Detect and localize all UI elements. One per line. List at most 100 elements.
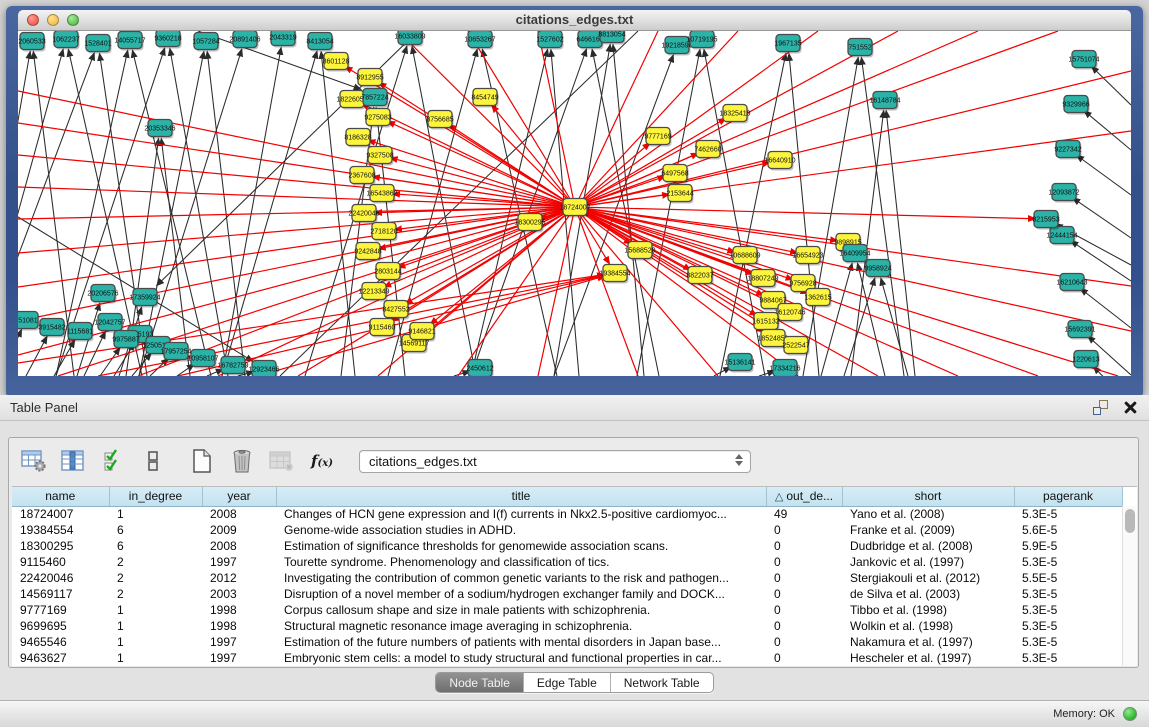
graph-node[interactable]: 18300295 bbox=[514, 214, 545, 233]
close-panel-icon[interactable] bbox=[1124, 401, 1137, 414]
graph-node[interactable]: 8601128 bbox=[323, 53, 350, 72]
graph-node[interactable]: 1220613 bbox=[1072, 351, 1099, 370]
new-column-button[interactable] bbox=[187, 445, 217, 477]
graph-node[interactable]: 20353346 bbox=[144, 120, 175, 139]
graph-node[interactable]: 16543862 bbox=[366, 185, 397, 204]
graph-node[interactable]: 15136141 bbox=[724, 354, 755, 373]
graph-node[interactable]: 9327508 bbox=[366, 147, 393, 166]
column-header-name[interactable]: name bbox=[12, 487, 109, 506]
graph-node[interactable]: 2153644 bbox=[666, 185, 693, 204]
table-options-button[interactable] bbox=[19, 445, 49, 477]
column-header-title[interactable]: title bbox=[276, 487, 766, 506]
graph-node[interactable]: 2060533 bbox=[18, 33, 45, 52]
graph-node[interactable]: 12213349 bbox=[358, 283, 389, 302]
graph-node[interactable]: 2043319 bbox=[269, 31, 296, 48]
graph-node[interactable]: 20206576 bbox=[87, 285, 118, 304]
table-row[interactable]: 1456911722003Disruption of a novel membe… bbox=[12, 586, 1122, 602]
graph-node[interactable]: 10719195 bbox=[686, 31, 717, 50]
table-scrollbar-thumb[interactable] bbox=[1125, 509, 1135, 533]
graph-node[interactable]: 12042757 bbox=[94, 314, 125, 333]
graph-node[interactable]: 18724007 bbox=[559, 199, 590, 218]
graph-node[interactable]: 8822037 bbox=[686, 267, 713, 286]
select-columns-button[interactable] bbox=[59, 445, 89, 477]
rows-button[interactable] bbox=[139, 445, 169, 477]
graph-node[interactable]: 2718120 bbox=[370, 223, 397, 242]
graph-node[interactable]: 751552 bbox=[848, 39, 874, 58]
graph-node[interactable]: 8186328 bbox=[344, 129, 371, 148]
graph-node[interactable]: 2803144 bbox=[374, 263, 401, 282]
graph-node[interactable]: 16148784 bbox=[869, 92, 900, 111]
graph-node[interactable]: 9360218 bbox=[154, 31, 181, 49]
graph-node[interactable]: 2522547 bbox=[782, 337, 809, 356]
graph-node[interactable]: 22420046 bbox=[348, 205, 379, 224]
graph-node[interactable]: 16033809 bbox=[394, 31, 425, 47]
network-window-titlebar[interactable]: citations_edges.txt bbox=[18, 10, 1131, 31]
table-row[interactable]: 1830029562008Estimation of significance … bbox=[12, 538, 1122, 554]
graph-node[interactable]: 8215953 bbox=[1032, 211, 1059, 230]
delete-table-button[interactable] bbox=[267, 445, 297, 477]
graph-node[interactable]: 9777169 bbox=[644, 128, 671, 147]
table-row[interactable]: 946554611997Estimation of the future num… bbox=[12, 634, 1122, 650]
network-canvas-svg[interactable]: 8601128891295518226058927508381863289327… bbox=[18, 31, 1131, 376]
graph-node[interactable]: 8413054 bbox=[306, 33, 333, 52]
graph-node[interactable]: 9242848 bbox=[354, 243, 381, 262]
graph-node[interactable]: 18807249 bbox=[747, 270, 778, 289]
function-builder-button[interactable]: f(x) bbox=[307, 445, 337, 477]
graph-node[interactable]: 18325419 bbox=[719, 105, 750, 124]
column-header-pagerank[interactable]: pagerank bbox=[1014, 487, 1122, 506]
graph-node[interactable]: 9975887 bbox=[112, 331, 139, 350]
graph-node[interactable]: 17334216 bbox=[769, 360, 800, 377]
graph-node[interactable]: 9146821 bbox=[408, 323, 435, 342]
close-button-icon[interactable] bbox=[27, 14, 39, 26]
graph-node[interactable]: 12923466 bbox=[248, 361, 279, 377]
column-header-short[interactable]: short bbox=[842, 487, 1014, 506]
graph-node[interactable]: 1062237 bbox=[52, 31, 79, 50]
graph-node[interactable]: 3915482 bbox=[38, 319, 65, 338]
graph-node[interactable]: 10688609 bbox=[729, 247, 760, 266]
graph-node[interactable]: 2450612 bbox=[466, 360, 493, 377]
graph-node[interactable]: 8756685 bbox=[426, 111, 453, 130]
table-row[interactable]: 969969511998Structural magnetic resonanc… bbox=[12, 618, 1122, 634]
graph-node[interactable]: 12093872 bbox=[1048, 184, 1079, 203]
graph-node[interactable]: 9958924 bbox=[864, 260, 891, 279]
graph-node[interactable]: 7857224 bbox=[361, 89, 388, 108]
graph-node[interactable]: 19384554 bbox=[599, 265, 630, 284]
graph-node[interactable]: 8427552 bbox=[382, 301, 409, 320]
zoom-button-icon[interactable] bbox=[67, 14, 79, 26]
table-row[interactable]: 946362711997Embryonic stem cells: a mode… bbox=[12, 650, 1122, 666]
graph-node[interactable]: 851081 bbox=[18, 312, 40, 331]
float-panel-icon[interactable] bbox=[1093, 400, 1108, 415]
graph-node[interactable]: 1362615 bbox=[804, 289, 831, 308]
graph-node[interactable]: 16640910 bbox=[764, 152, 795, 171]
graph-node[interactable]: 9115460 bbox=[369, 319, 396, 338]
graph-node[interactable]: 15688520 bbox=[624, 242, 655, 261]
graph-node[interactable]: 1115681 bbox=[67, 323, 94, 342]
tab-network-table[interactable]: Network Table bbox=[610, 673, 713, 692]
column-header-in_degree[interactable]: in_degree bbox=[109, 487, 202, 506]
table-scrollbar[interactable] bbox=[1122, 506, 1137, 666]
graph-node[interactable]: 1057284 bbox=[192, 33, 219, 52]
graph-node[interactable]: 1528401 bbox=[84, 35, 111, 54]
graph-node[interactable]: 16782759 bbox=[217, 357, 248, 376]
table-chooser-select[interactable]: citations_edges.txt bbox=[359, 450, 751, 473]
table-row[interactable]: 1938455462009Genome-wide association stu… bbox=[12, 522, 1122, 538]
table-row[interactable]: 2242004622012Investigating the contribut… bbox=[12, 570, 1122, 586]
table-row[interactable]: 1872400712008Changes of HCN gene express… bbox=[12, 506, 1122, 522]
graph-node[interactable]: 16409954 bbox=[839, 245, 870, 264]
graph-node[interactable]: 7462660 bbox=[694, 141, 721, 160]
table-row[interactable]: 977716911998Corpus callosum shape and si… bbox=[12, 602, 1122, 618]
graph-node[interactable]: 9275083 bbox=[364, 109, 391, 128]
network-canvas[interactable]: 8601128891295518226058927508381863289327… bbox=[18, 31, 1131, 376]
column-header-year[interactable]: year bbox=[202, 487, 276, 506]
graph-node[interactable]: 1967135 bbox=[774, 35, 801, 54]
graph-node[interactable]: 15751074 bbox=[1068, 51, 1099, 70]
delete-column-button[interactable] bbox=[227, 445, 257, 477]
column-header-out_de[interactable]: △out_de... bbox=[766, 487, 842, 506]
graph-node[interactable]: 14055717 bbox=[114, 32, 145, 51]
tab-node-table[interactable]: Node Table bbox=[436, 673, 523, 692]
graph-node[interactable]: 15692391 bbox=[1064, 321, 1095, 340]
graph-node[interactable]: 20891406 bbox=[229, 31, 260, 50]
graph-node[interactable]: 17359924 bbox=[129, 289, 160, 308]
memory-ok-icon[interactable] bbox=[1123, 707, 1137, 721]
graph-node[interactable]: 1527602 bbox=[536, 31, 563, 50]
